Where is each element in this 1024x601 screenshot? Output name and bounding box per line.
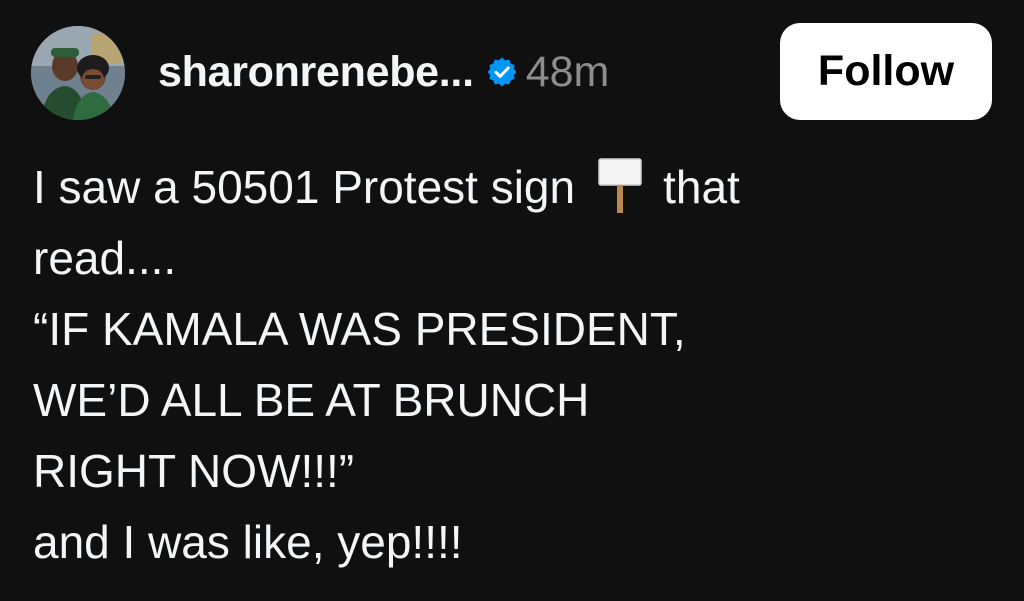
avatar-photo-icon [31, 26, 125, 120]
post-body: I saw a 50501 Protest sign that read.... … [33, 152, 1003, 578]
post-body-line-3: “IF KAMALA WAS PRESIDENT, [33, 303, 686, 355]
post-container: sharonrenebe... 48m Follow I saw a 50501… [0, 0, 1024, 601]
post-timestamp: 48m [525, 47, 610, 96]
post-body-line-1: I saw a 50501 Protest sign that [33, 152, 1003, 223]
follow-button[interactable]: Follow [780, 23, 992, 120]
post-body-line-2: read.... [33, 232, 177, 284]
follow-button-label: Follow [817, 47, 955, 95]
author-username[interactable]: sharonrenebe... [158, 48, 474, 97]
post-body-text-segment: that [663, 161, 740, 213]
post-body-line-6: and I was like, yep!!!! [33, 516, 463, 568]
post-body-text-segment: I saw a 50501 Protest sign [33, 161, 576, 213]
author-avatar[interactable] [31, 26, 125, 120]
post-header: sharonrenebe... 48m [158, 40, 609, 104]
post-body-line-4: WE’D ALL BE AT BRUNCH [33, 374, 590, 426]
post-body-line-5: RIGHT NOW!!!” [33, 445, 355, 497]
verified-badge-icon [486, 56, 518, 88]
placard-icon [597, 155, 643, 215]
